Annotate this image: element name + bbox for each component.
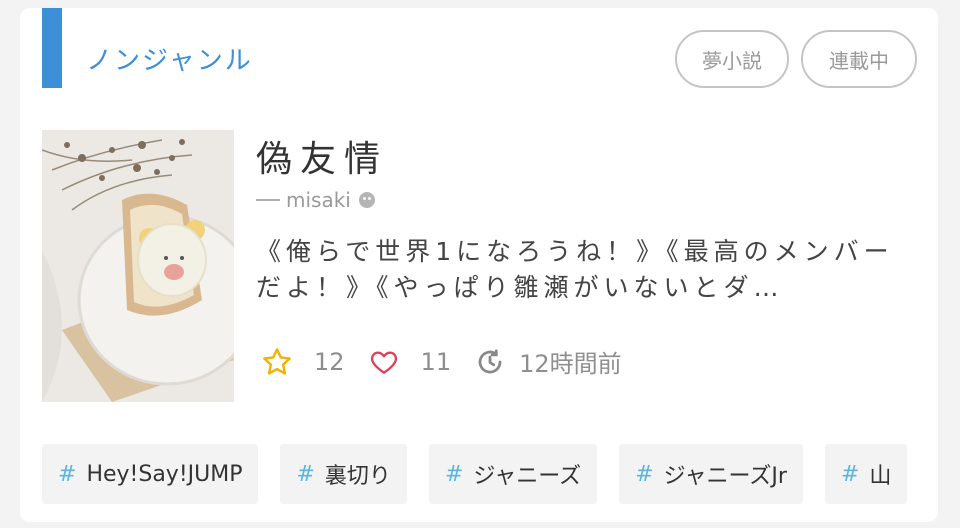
tag-item[interactable]: # Hey!Say!JUMP bbox=[42, 444, 259, 504]
novel-title[interactable]: 偽友情 bbox=[256, 130, 388, 182]
clock-icon bbox=[473, 345, 507, 379]
smiley-icon bbox=[358, 192, 375, 208]
hash-icon: # bbox=[635, 461, 654, 487]
genre-label[interactable]: ノンジャンル bbox=[86, 40, 253, 77]
hash-icon: # bbox=[296, 461, 315, 487]
novel-summary[interactable]: 《俺らで世界1になろうね！》《最高のメンバーだよ！》《やっぱり雛瀬がいないとダ… bbox=[256, 234, 916, 306]
tag-label: 山 bbox=[869, 464, 892, 489]
tag-item[interactable]: # 山 bbox=[824, 444, 908, 504]
author-row[interactable]: misaki bbox=[256, 188, 375, 212]
tag-label: 裏切り bbox=[324, 464, 391, 489]
dream-novel-badge: 夢小説 bbox=[675, 30, 789, 88]
tag-label: ジャニーズJr bbox=[663, 464, 787, 489]
tag-item[interactable]: # ジャニーズ bbox=[428, 444, 598, 504]
heart-icon bbox=[367, 345, 401, 379]
author-dash bbox=[256, 199, 280, 201]
hash-icon: # bbox=[444, 461, 464, 487]
author-name[interactable]: misaki bbox=[286, 188, 351, 212]
hash-icon: # bbox=[58, 461, 77, 487]
star-count: 12 bbox=[314, 347, 345, 376]
stats-row: 12 11 12時間前 bbox=[260, 344, 644, 379]
genre-accent-bar bbox=[42, 8, 62, 88]
like-count: 11 bbox=[420, 347, 452, 376]
tag-label: Hey!Say!JUMP bbox=[86, 461, 243, 487]
updated-time: 12時間前 bbox=[519, 350, 622, 378]
tag-list: # Hey!Say!JUMP # 裏切り # ジャニーズ # ジャニーズJr # 山 bbox=[42, 444, 908, 504]
tag-label: ジャニーズ bbox=[473, 464, 582, 489]
cover-illustration bbox=[42, 130, 234, 402]
novel-card[interactable]: ノンジャンル 夢小説 連載中 偽友情 misaki 《俺らで世界1になろうね！》… bbox=[20, 8, 938, 522]
tag-item[interactable]: # 裏切り bbox=[280, 444, 407, 504]
cover-image[interactable] bbox=[42, 130, 234, 402]
serialized-badge: 連載中 bbox=[801, 30, 917, 88]
star-icon bbox=[260, 345, 294, 379]
tag-item[interactable]: # ジャニーズJr bbox=[619, 444, 803, 504]
hash-icon: # bbox=[840, 461, 860, 487]
